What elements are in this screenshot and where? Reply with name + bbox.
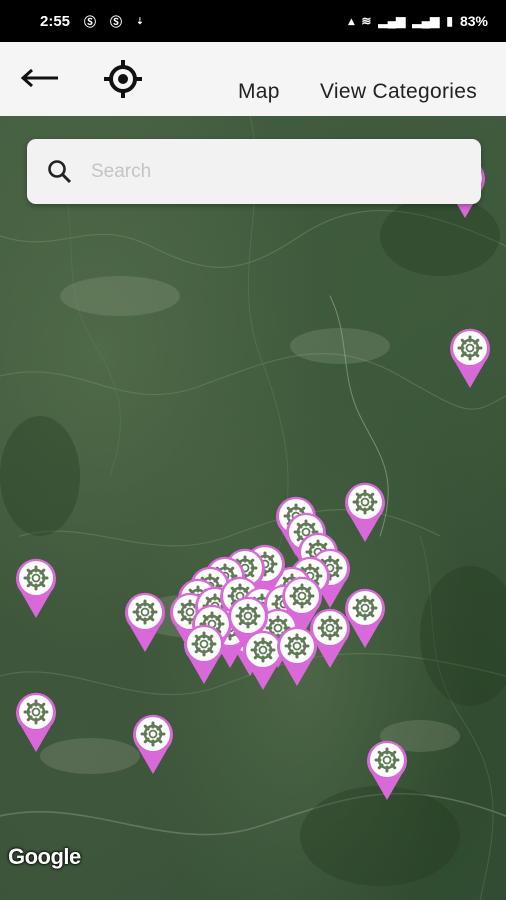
- status-bar: 2:55 Ⓢ Ⓢ ⇣ ▴ ≋ ▂▄▆ ▂▄▆ ▮ 83%: [0, 0, 506, 42]
- battery-percent: 83%: [459, 13, 488, 29]
- download-icon: ⇣: [136, 15, 144, 26]
- search-icon: [48, 159, 72, 183]
- signal-icon: ▂▄▆: [378, 14, 406, 28]
- signal-icon: ▂▄▆: [412, 14, 440, 28]
- map-marker[interactable]: [130, 712, 176, 776]
- tab-view-categories[interactable]: View Categories: [320, 80, 477, 104]
- back-button[interactable]: [18, 62, 62, 94]
- battery-icon: ▮: [446, 14, 453, 28]
- terrain-texture: [0, 116, 506, 900]
- search-input[interactable]: [91, 160, 431, 183]
- map-marker[interactable]: [364, 738, 410, 802]
- satellite-map[interactable]: Google: [0, 116, 506, 900]
- notification-s-icon: Ⓢ: [84, 14, 97, 29]
- map-marker[interactable]: [342, 480, 388, 544]
- status-time: 2:55: [40, 12, 71, 30]
- tab-map[interactable]: Map: [238, 80, 280, 104]
- google-attribution: Google: [8, 844, 81, 869]
- wifi-icon: ≋: [361, 14, 372, 28]
- map-marker[interactable]: [342, 586, 388, 650]
- map-marker[interactable]: [122, 590, 168, 654]
- app-bar: Map View Categories: [0, 42, 506, 116]
- notification-s-icon: Ⓢ: [110, 14, 123, 29]
- my-location-button[interactable]: [102, 58, 144, 100]
- crosshair-icon: [104, 60, 142, 98]
- map-marker[interactable]: [13, 556, 59, 620]
- data-saver-icon: ▴: [348, 14, 355, 28]
- arrow-left-icon: [20, 68, 58, 88]
- map-marker[interactable]: [181, 622, 227, 686]
- search-bar[interactable]: [27, 139, 481, 204]
- map-marker[interactable]: [13, 690, 59, 754]
- map-marker[interactable]: [447, 326, 493, 390]
